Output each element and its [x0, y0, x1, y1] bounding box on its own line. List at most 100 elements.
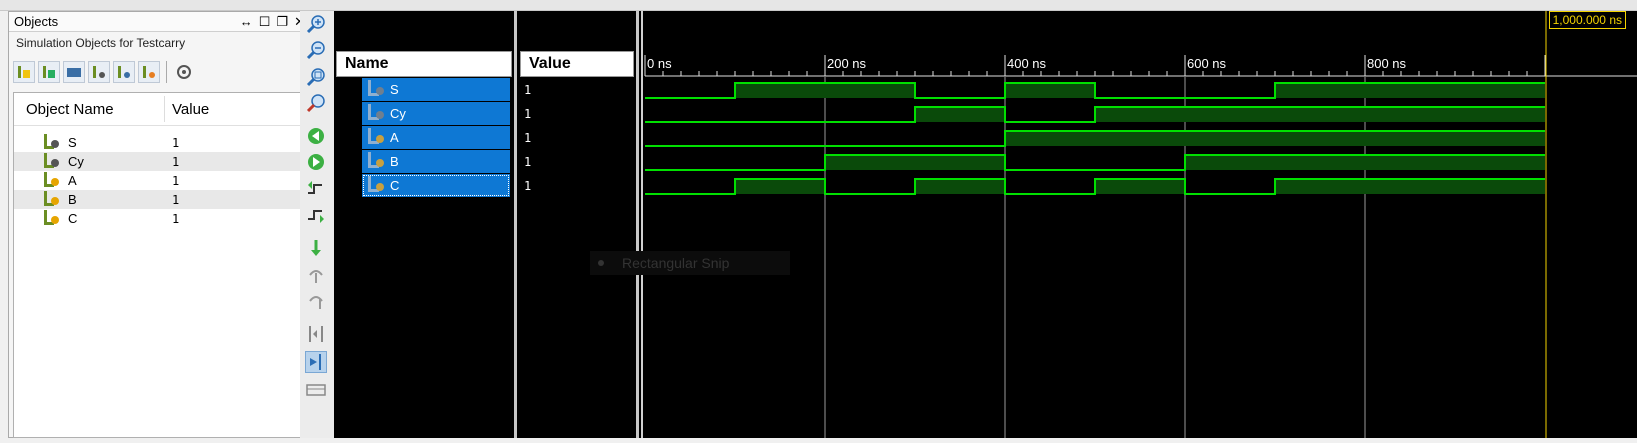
objects-panel-title: Objects — [14, 14, 59, 29]
time-tick-label: 600 ns — [1187, 56, 1227, 71]
objects-panel-titlebar: Objects ↔ ☐ ❐ ✕ — [9, 12, 309, 32]
rectangular-snip-overlay: Rectangular Snip — [590, 251, 790, 275]
signal-name-column: Name S Cy A B C — [334, 11, 514, 438]
objects-table: Object Name Value S 1 Cy 1 A 1 B 1 C 1 — [13, 92, 307, 438]
time-tick-label: 400 ns — [1007, 56, 1047, 71]
next-marker-icon[interactable] — [305, 290, 327, 312]
input-signal-icon — [366, 152, 386, 173]
input-signal-icon — [42, 172, 60, 191]
table-row[interactable]: Cy 1 — [14, 152, 306, 171]
signal-value: 1 — [524, 131, 532, 145]
object-name: A — [68, 173, 77, 188]
output-signal-icon — [366, 80, 386, 101]
object-value: 1 — [172, 212, 180, 226]
object-value: 1 — [172, 174, 180, 188]
wave-high-fill — [1275, 179, 1545, 194]
signal-row-cy[interactable]: Cy — [362, 102, 510, 125]
wave-high-fill — [1095, 107, 1545, 122]
value-wave-splitter[interactable] — [636, 11, 639, 438]
object-name: S — [68, 135, 77, 150]
snap-to-transition-icon[interactable] — [305, 351, 327, 373]
table-row[interactable]: C 1 — [14, 209, 306, 228]
output-filter-icon[interactable] — [38, 61, 60, 83]
zoom-out-icon[interactable] — [305, 39, 327, 61]
previous-transition-icon[interactable] — [305, 178, 327, 200]
column-divider[interactable] — [164, 96, 165, 122]
waveform-plot-area[interactable]: 0 ns 200 ns 400 ns 600 ns 800 ns 1,000.000 n… — [640, 11, 1637, 438]
object-value: 1 — [172, 136, 180, 150]
column-object-name[interactable]: Object Name — [26, 101, 114, 118]
object-value: 1 — [172, 193, 180, 207]
waveform-window: Name S Cy A B C Value 1 1 1 1 1 0 ns200 — [334, 11, 1637, 438]
signal-name: S — [390, 82, 399, 97]
settings-icon[interactable] — [173, 61, 195, 83]
table-row[interactable]: A 1 — [14, 171, 306, 190]
add-marker-icon[interactable] — [305, 237, 327, 259]
bidir-filter-icon[interactable] — [63, 61, 85, 83]
float-icon[interactable]: ↔ — [240, 12, 253, 32]
object-value: 1 — [172, 155, 180, 169]
floating-ruler-icon[interactable] — [305, 379, 327, 401]
signal-row-a[interactable]: A — [362, 126, 510, 149]
objects-table-header: Object Name Value — [14, 93, 306, 126]
object-name: B — [68, 192, 77, 207]
wave-high-fill — [735, 179, 825, 194]
name-value-splitter[interactable] — [514, 11, 517, 438]
restore-icon[interactable]: ❐ — [276, 12, 288, 32]
zoom-in-icon[interactable] — [305, 13, 327, 35]
wave-high-fill — [1275, 83, 1545, 98]
time-tick-label: 0 ns — [647, 56, 672, 71]
objects-panel: Objects ↔ ☐ ❐ ✕ Simulation Objects for T… — [8, 11, 310, 438]
wave-high-fill — [915, 107, 1005, 122]
column-value[interactable]: Value — [172, 101, 209, 118]
next-transition-icon[interactable] — [305, 204, 327, 226]
signal-row-b[interactable]: B — [362, 150, 510, 173]
input-signal-icon — [42, 191, 60, 210]
signal-row-s[interactable]: S — [362, 78, 510, 101]
wave-high-fill — [825, 155, 1005, 170]
zoom-cursor-icon[interactable] — [305, 92, 327, 114]
object-name: C — [68, 211, 78, 226]
input-signal-icon — [366, 128, 386, 149]
value-column-header[interactable]: Value — [520, 51, 634, 77]
internal-filter-icon[interactable] — [88, 61, 110, 83]
objects-toolbar — [13, 58, 195, 86]
waveform-canvas[interactable]: 0 ns 200 ns 400 ns 600 ns 800 ns — [640, 11, 1637, 438]
cursor-time-label: 1,000.000 ns — [1548, 11, 1626, 29]
go-to-start-icon[interactable] — [305, 125, 327, 147]
input-signal-icon — [42, 210, 60, 229]
input-filter-icon[interactable] — [13, 61, 35, 83]
signal-value: 1 — [524, 107, 532, 121]
signal-name: A — [390, 130, 399, 145]
objects-panel-subtitle: Simulation Objects for Testcarry — [16, 36, 186, 50]
zoom-fit-icon[interactable] — [305, 66, 327, 88]
wave-high-fill — [1005, 83, 1095, 98]
wave-high-fill — [735, 83, 915, 98]
signal-name: B — [390, 154, 399, 169]
wave-toolbar — [300, 11, 335, 438]
signal-value: 1 — [524, 179, 532, 193]
object-name: Cy — [68, 154, 84, 169]
top-toolbar-strip — [0, 0, 1637, 11]
output-signal-icon — [42, 134, 60, 153]
signal-value: 1 — [524, 155, 532, 169]
go-to-end-icon[interactable] — [305, 151, 327, 173]
previous-marker-icon[interactable] — [305, 264, 327, 286]
signal-row-c[interactable]: C — [362, 174, 510, 197]
signal-name: Cy — [390, 106, 406, 121]
table-row[interactable]: B 1 — [14, 190, 306, 209]
output-signal-icon — [42, 153, 60, 172]
wave-high-fill — [1005, 131, 1545, 146]
output-signal-icon — [366, 104, 386, 125]
other-filter-icon[interactable] — [138, 61, 160, 83]
swap-cursors-icon[interactable] — [305, 323, 327, 345]
maximize-icon[interactable]: ☐ — [259, 12, 271, 32]
signal-value: 1 — [524, 83, 532, 97]
constant-filter-icon[interactable] — [113, 61, 135, 83]
time-tick-label: 800 ns — [1367, 56, 1407, 71]
table-row[interactable]: S 1 — [14, 133, 306, 152]
time-tick-label: 200 ns — [827, 56, 867, 71]
input-signal-icon — [366, 176, 386, 197]
name-column-header[interactable]: Name — [336, 51, 512, 77]
signal-value-column: Value 1 1 1 1 1 — [518, 11, 636, 438]
